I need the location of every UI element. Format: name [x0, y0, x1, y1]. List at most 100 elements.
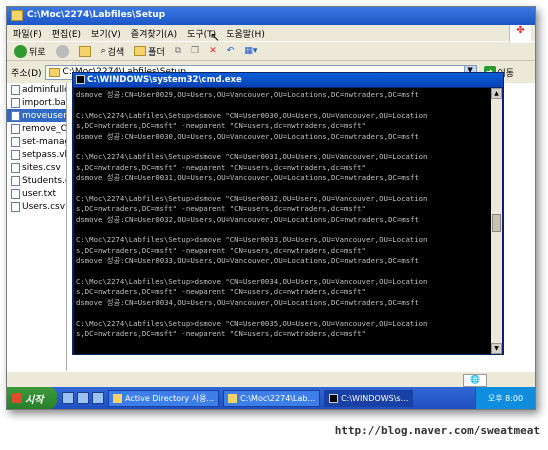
back-arrow-icon: [14, 44, 27, 58]
scroll-up-icon[interactable]: ▲: [491, 88, 502, 99]
delete-icon: ✕: [209, 46, 217, 56]
folder-icon: [228, 393, 238, 403]
move-to-button[interactable]: ⧉: [172, 45, 184, 57]
cmd-title-bar[interactable]: C:\WINDOWS\system32\cmd.exe: [73, 73, 503, 87]
start-button[interactable]: 시작: [7, 387, 57, 409]
scroll-down-icon[interactable]: ▼: [491, 343, 502, 354]
task-label: C:\Moc\2274\Lab...: [240, 393, 316, 403]
search-label: 검색: [107, 47, 125, 58]
app-icon: [113, 393, 122, 403]
console-line: dsmove 성공:CN=User0030,OU=Users,OU=Vancou…: [76, 131, 419, 141]
file-icon: [11, 84, 20, 95]
file-icon: [11, 201, 20, 212]
undo-icon: ↶: [226, 46, 235, 56]
list-item[interactable]: sites.csv: [7, 161, 66, 174]
quick-launch: [62, 392, 104, 404]
file-list: adminfullco import.bat moveusers remove_…: [7, 83, 67, 389]
file-icon: [11, 136, 20, 147]
list-item[interactable]: moveusers: [7, 109, 66, 122]
console-line: C:\Moc\2274\Labfiles\Setup>dsmove "CN=Us…: [76, 152, 428, 162]
folders-button[interactable]: 폴더: [131, 44, 168, 59]
taskbar-button-explorer[interactable]: C:\Moc\2274\Lab...: [223, 389, 321, 407]
copy-to-icon: ❐: [191, 46, 200, 56]
menu-favorites[interactable]: 즐겨찾기(A): [131, 27, 177, 40]
console-line: dsmove 성공:CN=User0032,OU=Users,OU=Vancou…: [76, 214, 419, 224]
file-name: moveusers: [22, 110, 66, 121]
clock[interactable]: 오후 8:00: [488, 393, 523, 404]
cmd-console-output[interactable]: dsmove 성공:CN=User0029,OU=Users,OU=Vancou…: [74, 88, 492, 354]
views-button[interactable]: ▦▾: [241, 45, 260, 57]
console-line: s,DC=nwtraders,DC=msft" -newparent "CN=u…: [76, 162, 366, 172]
copy-to-button[interactable]: ❐: [188, 45, 202, 57]
search-icon: ⌕: [100, 46, 106, 56]
taskbar-button-active-directory[interactable]: Active Directory 사용...: [108, 389, 220, 407]
move-to-icon: ⧉: [174, 46, 182, 56]
list-item[interactable]: setpass.vbs: [7, 148, 66, 161]
console-line: dsmove 성공:CN=User0029,OU=Users,OU=Vancou…: [76, 90, 419, 99]
task-label: Active Directory 사용...: [125, 393, 215, 403]
file-name: user.txt: [22, 188, 57, 199]
screenshot-frame: C:\Moc\2274\Labfiles\Setup 파일(F) 편집(E) 보…: [6, 6, 536, 410]
delete-button[interactable]: ✕: [206, 45, 220, 57]
list-item[interactable]: Users.csv: [7, 200, 66, 213]
file-icon: [11, 188, 20, 199]
show-desktop-icon[interactable]: [62, 392, 74, 404]
explorer-toolbar: 뒤로 ⌕ 검색 폴더 ⧉ ❐ ✕ ↶ ▦▾: [7, 41, 535, 61]
file-name: remove_OC: [22, 123, 66, 134]
file-icon: [11, 149, 20, 160]
console-line: C:\Moc\2274\Labfiles\Setup>dsmove "CN=Us…: [76, 318, 428, 328]
up-folder-button[interactable]: [76, 45, 94, 58]
folder-icon: [11, 10, 23, 21]
undo-button[interactable]: ↶: [224, 45, 238, 57]
start-label: 시작: [25, 394, 44, 406]
blog-watermark: http://blog.naver.com/sweatmeat: [334, 424, 540, 437]
search-button[interactable]: ⌕ 검색: [98, 44, 128, 59]
forward-button[interactable]: [53, 44, 72, 59]
console-line: dsmove 성공:CN=User0034,OU=Users,OU=Vancou…: [76, 297, 419, 307]
console-line: s,DC=nwtraders,DC=msft" -newparent "CN=u…: [76, 245, 366, 255]
file-icon: [11, 123, 20, 134]
file-icon: [11, 175, 20, 186]
console-line: C:\Moc\2274\Labfiles\Setup>dsmove "CN=Us…: [76, 110, 428, 120]
console-line: dsmove 성공:CN=User0031,OU=Users,OU=Vancou…: [76, 173, 419, 183]
list-item[interactable]: Students.cs: [7, 174, 66, 187]
explorer-menu-bar: 파일(F) 편집(E) 보기(V) 즐겨찾기(A) 도구(T) 도움말(H): [7, 25, 535, 40]
task-label: C:\WINDOWS\s...: [341, 393, 409, 403]
back-button[interactable]: 뒤로: [11, 44, 49, 59]
cmd-window[interactable]: C:\WINDOWS\system32\cmd.exe dsmove 성공:CN…: [72, 72, 504, 355]
folders-label: 폴더: [148, 47, 165, 58]
file-name: sites.csv: [22, 162, 61, 173]
menu-help[interactable]: 도움말(H): [226, 27, 265, 40]
taskbar-button-cmd[interactable]: C:\WINDOWS\s...: [324, 389, 414, 407]
list-item[interactable]: import.bat: [7, 96, 66, 109]
explorer-title-bar: C:\Moc\2274\Labfiles\Setup: [7, 7, 535, 25]
forward-arrow-icon: [55, 44, 69, 58]
menu-edit[interactable]: 편집(E): [52, 27, 81, 40]
list-item[interactable]: user.txt: [7, 187, 66, 200]
file-icon: [11, 110, 20, 121]
address-label: 주소(D): [11, 68, 42, 79]
console-line: s,DC=nwtraders,DC=msft" -newparent "CN=u…: [76, 121, 366, 131]
list-item[interactable]: remove_OC: [7, 122, 66, 135]
list-item[interactable]: adminfullco: [7, 83, 66, 96]
media-player-icon[interactable]: [92, 392, 104, 404]
windows-flag-icon: [12, 393, 22, 403]
console-line: s,DC=nwtraders,DC=msft" -newparent "CN=u…: [76, 204, 366, 214]
file-name: adminfullco: [22, 84, 66, 95]
console-line: s,DC=nwtraders,DC=msft" -newparent "CN=u…: [76, 328, 366, 338]
cmd-scrollbar[interactable]: ▲ ▼: [491, 88, 502, 354]
menu-view[interactable]: 보기(V): [91, 27, 121, 40]
menu-file[interactable]: 파일(F): [13, 27, 42, 40]
language-indicator-icon[interactable]: 🌐: [463, 374, 487, 387]
internet-explorer-icon[interactable]: [77, 392, 89, 404]
file-name: Students.cs: [22, 175, 66, 186]
list-item[interactable]: set-manage: [7, 135, 66, 148]
scroll-thumb[interactable]: [492, 214, 501, 232]
views-icon: ▦▾: [244, 46, 258, 56]
